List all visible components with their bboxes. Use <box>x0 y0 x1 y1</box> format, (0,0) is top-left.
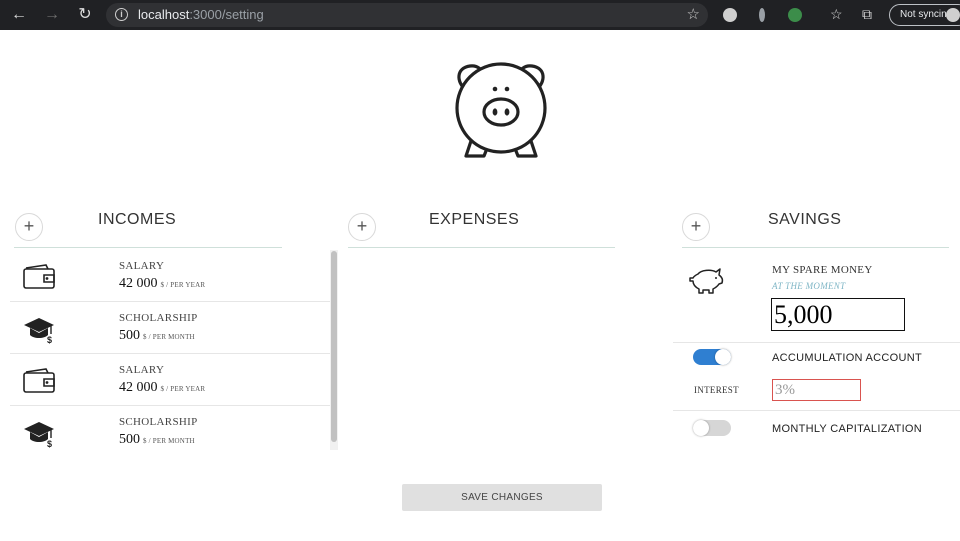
savings-title: SAVINGS <box>768 211 842 228</box>
sync-label: Not syncing <box>900 9 953 20</box>
capitalization-label: MONTHLY CAPITALIZATION <box>772 423 923 435</box>
site-info-icon[interactable]: i <box>115 8 128 21</box>
add-expense-button[interactable]: + <box>348 213 376 241</box>
add-saving-button[interactable]: + <box>682 213 710 241</box>
url-text[interactable]: localhost:3000/setting <box>138 7 264 22</box>
income-scrollbar-thumb[interactable] <box>331 251 337 442</box>
sync-button[interactable]: Not syncing <box>889 4 960 26</box>
income-name: SCHOLARSHIP <box>119 416 198 428</box>
address-bar[interactable]: i localhost:3000/setting ☆ <box>106 3 708 27</box>
income-amount: 500 $ / PER MONTH <box>119 328 195 343</box>
interest-input[interactable]: 3% <box>772 379 861 401</box>
savings-separator <box>673 410 960 411</box>
svg-text:$: $ <box>47 335 52 344</box>
list-item[interactable]: $ SCHOLARSHIP 500 $ / PER MONTH <box>10 302 330 354</box>
graduation-cap-icon: $ <box>24 422 54 448</box>
wallet-icon <box>23 368 55 393</box>
add-income-button[interactable]: + <box>15 213 43 241</box>
collections-icon[interactable]: ⧉ <box>862 6 872 23</box>
list-item[interactable]: SALARY 42 000 $ / PER YEAR <box>10 250 330 302</box>
piggy-bank-icon <box>689 268 724 294</box>
favorites-icon[interactable]: ☆ <box>830 6 843 23</box>
wallet-icon <box>23 264 55 289</box>
extension-icon[interactable] <box>723 8 737 22</box>
extension-icon[interactable] <box>759 8 765 22</box>
spare-money-sublabel: AT THE MOMENT <box>772 281 846 291</box>
toggle-knob <box>715 349 731 365</box>
income-name: SCHOLARSHIP <box>119 312 198 324</box>
save-changes-button[interactable]: SAVE CHANGES <box>402 484 602 511</box>
toggle-knob <box>693 420 709 436</box>
bookmark-star-icon[interactable]: ☆ <box>687 5 700 23</box>
back-icon[interactable]: ← <box>9 5 29 25</box>
incomes-divider <box>14 247 282 248</box>
forward-icon[interactable]: → <box>42 5 62 25</box>
spare-money-label: MY SPARE MONEY <box>772 264 873 276</box>
interest-label: INTEREST <box>694 385 739 395</box>
savings-separator <box>673 342 960 343</box>
extension-icon[interactable] <box>788 8 802 22</box>
piggy-bank-logo-icon <box>455 62 547 158</box>
list-item[interactable]: SALARY 42 000 $ / PER YEAR <box>10 354 330 406</box>
income-name: SALARY <box>119 364 165 376</box>
income-name: SALARY <box>119 260 165 272</box>
accumulation-label: ACCUMULATION ACCOUNT <box>772 352 923 364</box>
expenses-title: EXPENSES <box>429 211 520 228</box>
savings-divider <box>682 247 949 248</box>
graduation-cap-icon: $ <box>24 318 54 344</box>
expenses-divider <box>348 247 615 248</box>
reload-icon[interactable]: ↻ <box>75 5 95 25</box>
incomes-title: INCOMES <box>98 211 177 228</box>
income-amount: 42 000 $ / PER YEAR <box>119 276 206 291</box>
capitalization-toggle[interactable] <box>693 420 731 436</box>
avatar <box>946 8 960 22</box>
income-amount: 42 000 $ / PER YEAR <box>119 380 206 395</box>
spare-money-input[interactable]: 5,000 <box>771 298 905 331</box>
list-item[interactable]: $ SCHOLARSHIP 500 $ / PER MONTH <box>10 406 330 450</box>
income-list: SALARY 42 000 $ / PER YEAR $ SCHOLARSHIP … <box>10 250 338 450</box>
accumulation-toggle[interactable] <box>693 349 731 365</box>
browser-toolbar: ← → ↻ i localhost:3000/setting ☆ ☆ ⧉ Not… <box>0 0 960 30</box>
svg-text:$: $ <box>47 439 52 448</box>
income-amount: 500 $ / PER MONTH <box>119 432 195 447</box>
